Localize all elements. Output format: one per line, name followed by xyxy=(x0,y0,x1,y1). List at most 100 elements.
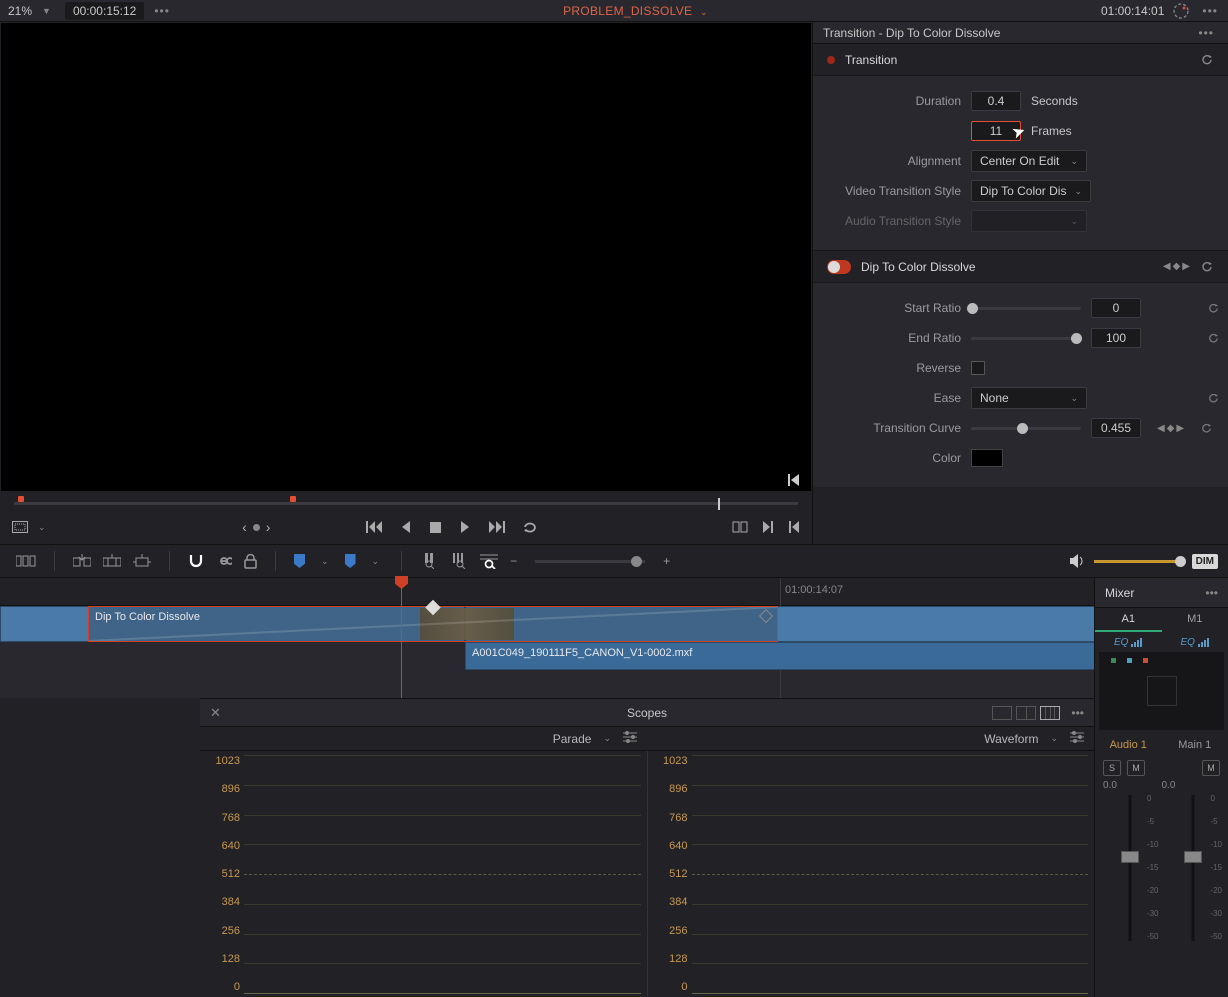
scopes-close-icon[interactable]: ✕ xyxy=(210,705,221,721)
zoom-chevron-icon[interactable]: ▼ xyxy=(38,6,55,16)
eq-cell-a1[interactable]: EQ xyxy=(1095,632,1162,652)
loop-icon[interactable] xyxy=(523,521,539,533)
scope-mode-waveform[interactable]: Waveform xyxy=(984,732,1038,746)
prev-clip-icon[interactable] xyxy=(788,521,800,533)
tcurve-slider[interactable] xyxy=(971,427,1081,430)
tcurve-prev-kf-icon[interactable]: ◀ xyxy=(1157,423,1165,434)
alignment-select[interactable]: Center On Edit⌄ xyxy=(971,150,1087,172)
tcurve-kf-icon[interactable]: ◆ xyxy=(1167,423,1175,434)
parade-chevron-icon[interactable]: ⌄ xyxy=(599,733,615,744)
timeline-title[interactable]: PROBLEM_DISSOLVE ⌄ xyxy=(174,4,1101,18)
start-ratio-slider[interactable] xyxy=(971,307,1081,310)
reset-start-ratio-icon[interactable] xyxy=(1207,302,1220,315)
reset-end-ratio-icon[interactable] xyxy=(1207,332,1220,345)
in-point-marker[interactable] xyxy=(18,496,24,502)
video-style-select[interactable]: Dip To Color Dis⌄ xyxy=(971,180,1091,202)
mixer-menu-icon[interactable]: ••• xyxy=(1205,586,1218,600)
play-reverse-icon[interactable] xyxy=(400,521,412,533)
transition-section-header[interactable]: Transition xyxy=(813,44,1228,76)
custom-zoom-icon[interactable] xyxy=(480,553,498,569)
scopes-menu-icon[interactable]: ••• xyxy=(1071,706,1084,720)
scrub-playhead[interactable] xyxy=(718,498,720,510)
full-extent-zoom-icon[interactable] xyxy=(420,553,438,569)
match-frame-icon[interactable] xyxy=(253,524,260,531)
flag-chevron-icon[interactable]: ⌄ xyxy=(317,556,333,567)
fader-m1[interactable]: 0-5-10-15-20-30-50 xyxy=(1163,795,1225,941)
prev-edit-icon[interactable]: ‹ xyxy=(242,519,247,535)
reset-section-icon[interactable] xyxy=(1200,53,1214,67)
waveform-settings-icon[interactable] xyxy=(1070,731,1084,746)
bypass-fx-icon[interactable] xyxy=(1172,2,1190,20)
tcurve-next-kf-icon[interactable]: ▶ xyxy=(1176,423,1184,434)
scope-mode-parade[interactable]: Parade xyxy=(553,732,592,746)
snap-icon[interactable] xyxy=(188,553,204,569)
mute-button-m1[interactable]: M xyxy=(1202,760,1220,776)
overwrite-clip-icon[interactable] xyxy=(103,554,121,568)
record-timecode[interactable]: 01:00:14:01 xyxy=(1101,4,1164,18)
go-end-icon[interactable] xyxy=(489,521,505,533)
marker-add-icon[interactable] xyxy=(345,554,356,568)
reset-section2-icon[interactable] xyxy=(1200,260,1214,274)
scopes-layout-2[interactable] xyxy=(1016,706,1036,720)
timeline-zoom-slider[interactable] xyxy=(535,560,645,563)
jump-prev-marker-icon[interactable] xyxy=(787,473,801,487)
video-track-1[interactable]: Dip To Color Dissolve xyxy=(0,606,1228,642)
title-chevron-icon[interactable]: ⌄ xyxy=(696,7,712,17)
prev-keyframe-icon[interactable]: ◀ xyxy=(1163,261,1171,272)
dip-section-header[interactable]: Dip To Color Dissolve ◀ ◆ ▶ xyxy=(813,251,1228,283)
reverse-checkbox[interactable] xyxy=(971,361,985,375)
parade-scope[interactable]: 10238967686405123842561280 xyxy=(200,751,647,997)
safe-area-chevron-icon[interactable]: ⌄ xyxy=(34,522,50,533)
mixer-pan-scope[interactable] xyxy=(1099,652,1224,730)
solo-button-a1[interactable]: S xyxy=(1103,760,1121,776)
dim-button[interactable]: DIM xyxy=(1192,554,1218,569)
go-start-icon[interactable] xyxy=(366,521,382,533)
safe-area-icon[interactable] xyxy=(12,521,28,533)
next-clip-icon[interactable] xyxy=(762,521,774,533)
inspector-menu-icon[interactable]: ••• xyxy=(1194,26,1218,40)
timeline-ruler[interactable]: 01:00:14:07 xyxy=(0,578,1228,606)
mixer-tab-a1[interactable]: A1 xyxy=(1095,608,1162,632)
source-timecode[interactable]: 00:00:15:12 xyxy=(65,2,144,20)
next-edit-icon[interactable]: › xyxy=(266,519,271,535)
play-icon[interactable] xyxy=(459,521,471,533)
timeline-playhead[interactable] xyxy=(401,578,402,698)
eq-cell-m1[interactable]: EQ xyxy=(1162,632,1228,652)
mixer-tab-m1[interactable]: M1 xyxy=(1162,608,1228,632)
ease-select[interactable]: None⌄ xyxy=(971,387,1087,409)
insert-clip-icon[interactable] xyxy=(73,554,91,568)
section-toggle[interactable] xyxy=(827,260,851,274)
next-keyframe-icon[interactable]: ▶ xyxy=(1182,261,1190,272)
flag-icon[interactable] xyxy=(294,554,305,568)
zoom-in-icon[interactable]: + xyxy=(663,554,670,568)
audio-track-1[interactable]: A001C049_190111F5_CANON_V1-0002.mxf xyxy=(0,642,1228,670)
keyframe-diamond-icon[interactable]: ◆ xyxy=(1173,261,1181,272)
end-ratio-field[interactable]: 100 xyxy=(1091,328,1141,348)
stop-icon[interactable] xyxy=(430,522,441,533)
mute-button-a1[interactable]: M xyxy=(1127,760,1145,776)
replace-clip-icon[interactable] xyxy=(133,554,151,568)
viewer-scrubber[interactable] xyxy=(0,492,812,510)
tcurve-field[interactable]: 0.455 xyxy=(1091,418,1141,438)
viewer-canvas[interactable] xyxy=(1,23,811,491)
duration-frames-field[interactable]: 11 xyxy=(971,121,1021,141)
color-swatch[interactable] xyxy=(971,449,1003,467)
scopes-layout-4[interactable] xyxy=(1040,706,1060,720)
parade-settings-icon[interactable] xyxy=(623,731,637,746)
zoom-out-icon[interactable]: − xyxy=(510,554,517,568)
viewer-right-menu-icon[interactable]: ••• xyxy=(1198,4,1222,18)
scopes-layout-1[interactable] xyxy=(992,706,1012,720)
waveform-scope[interactable]: 10238967686405123842561280 xyxy=(648,751,1095,997)
reset-tcurve-icon[interactable] xyxy=(1200,422,1213,435)
timeline[interactable]: 01:00:14:07 Dip To Color Dissolve A001C0… xyxy=(0,578,1228,698)
duration-seconds-field[interactable]: 0.4 xyxy=(971,91,1021,111)
audio-channel-1[interactable]: Audio 1 xyxy=(1095,734,1162,756)
lock-icon[interactable] xyxy=(244,554,257,569)
fader-a1[interactable]: 0-5-10-15-20-30-50 xyxy=(1099,795,1161,941)
detail-zoom-icon[interactable] xyxy=(450,553,468,569)
match-frame-icon-2[interactable] xyxy=(732,521,748,533)
volume-slider[interactable] xyxy=(1094,560,1184,563)
marker-chevron-icon[interactable]: ⌄ xyxy=(368,556,384,567)
transition-clip[interactable]: Dip To Color Dissolve xyxy=(88,606,778,642)
reset-ease-icon[interactable] xyxy=(1207,392,1220,405)
